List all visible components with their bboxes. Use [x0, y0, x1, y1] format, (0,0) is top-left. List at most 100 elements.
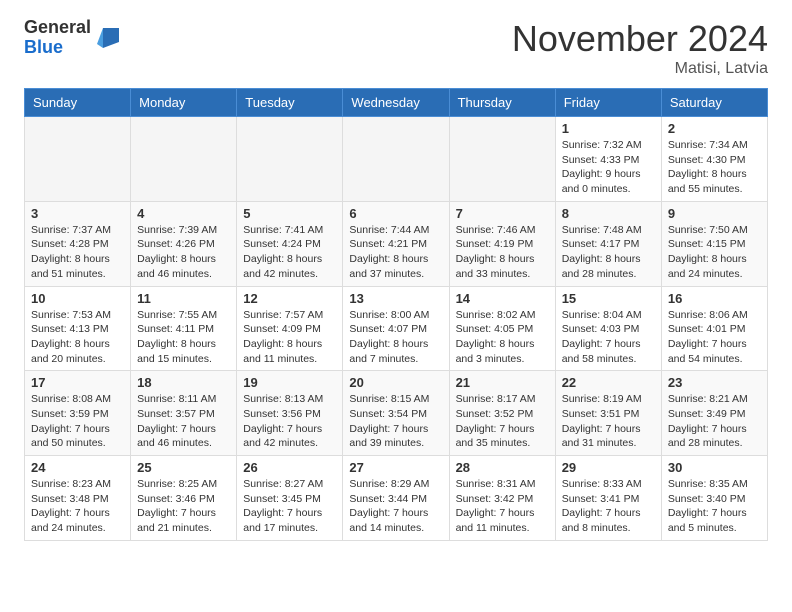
day-info: Sunrise: 7:39 AMSunset: 4:26 PMDaylight:…	[137, 223, 230, 282]
calendar-cell: 23 Sunrise: 8:21 AMSunset: 3:49 PMDayligh…	[661, 371, 767, 456]
day-number: 13	[349, 291, 442, 306]
title-area: November 2024 Matisi, Latvia	[512, 18, 768, 78]
calendar-cell: 11Sunrise: 7:55 AMSunset: 4:11 PMDayligh…	[131, 286, 237, 371]
calendar-cell	[343, 117, 449, 202]
day-info: Sunrise: 8:17 AMSunset: 3:52 PMDaylight:…	[456, 392, 549, 451]
calendar-cell: 27 Sunrise: 8:29 AMSunset: 3:44 PMDayligh…	[343, 456, 449, 541]
day-number: 26	[243, 460, 336, 475]
calendar-cell: 3Sunrise: 7:37 AMSunset: 4:28 PMDaylight…	[25, 201, 131, 286]
day-number: 9	[668, 206, 761, 221]
day-info: Sunrise: 8:31 AMSunset: 3:42 PMDaylight:…	[456, 477, 549, 536]
day-info: Sunrise: 8:13 AMSunset: 3:56 PMDaylight:…	[243, 392, 336, 451]
weekday-header-row: SundayMondayTuesdayWednesdayThursdayFrid…	[25, 89, 768, 117]
day-info: Sunrise: 7:57 AMSunset: 4:09 PMDaylight:…	[243, 308, 336, 367]
day-number: 23	[668, 375, 761, 390]
day-number: 15	[562, 291, 655, 306]
day-number: 14	[456, 291, 549, 306]
day-number: 27	[349, 460, 442, 475]
day-number: 1	[562, 121, 655, 136]
day-number: 28	[456, 460, 549, 475]
day-number: 3	[31, 206, 124, 221]
week-row-1: 1Sunrise: 7:32 AMSunset: 4:33 PMDaylight…	[25, 117, 768, 202]
day-number: 21	[456, 375, 549, 390]
calendar-cell: 28 Sunrise: 8:31 AMSunset: 3:42 PMDayligh…	[449, 456, 555, 541]
day-number: 22	[562, 375, 655, 390]
weekday-header-tuesday: Tuesday	[237, 89, 343, 117]
day-number: 19	[243, 375, 336, 390]
month-title: November 2024	[512, 18, 768, 60]
day-info: Sunrise: 8:25 AMSunset: 3:46 PMDaylight:…	[137, 477, 230, 536]
weekday-header-monday: Monday	[131, 89, 237, 117]
day-info: Sunrise: 8:33 AMSunset: 3:41 PMDaylight:…	[562, 477, 655, 536]
calendar-cell: 19 Sunrise: 8:13 AMSunset: 3:56 PMDayligh…	[237, 371, 343, 456]
day-info: Sunrise: 7:53 AMSunset: 4:13 PMDaylight:…	[31, 308, 124, 367]
calendar-cell: 6 Sunrise: 7:44 AMSunset: 4:21 PMDaylight…	[343, 201, 449, 286]
day-info: Sunrise: 8:15 AMSunset: 3:54 PMDaylight:…	[349, 392, 442, 451]
calendar-cell: 17 Sunrise: 8:08 AMSunset: 3:59 PMDayligh…	[25, 371, 131, 456]
calendar-cell	[449, 117, 555, 202]
day-info: Sunrise: 8:29 AMSunset: 3:44 PMDaylight:…	[349, 477, 442, 536]
day-info: Sunrise: 8:21 AMSunset: 3:49 PMDaylight:…	[668, 392, 761, 451]
calendar-cell: 22 Sunrise: 8:19 AMSunset: 3:51 PMDayligh…	[555, 371, 661, 456]
day-number: 2	[668, 121, 761, 136]
day-number: 16	[668, 291, 761, 306]
day-number: 5	[243, 206, 336, 221]
page-header: General Blue November 2024 Matisi, Latvi…	[0, 0, 792, 88]
calendar-cell: 13 Sunrise: 8:00 AMSunset: 4:07 PMDayligh…	[343, 286, 449, 371]
calendar-cell: 26 Sunrise: 8:27 AMSunset: 3:45 PMDayligh…	[237, 456, 343, 541]
calendar-cell: 30Sunrise: 8:35 AMSunset: 3:40 PMDayligh…	[661, 456, 767, 541]
calendar-cell: 9 Sunrise: 7:50 AMSunset: 4:15 PMDaylight…	[661, 201, 767, 286]
calendar-cell: 16 Sunrise: 8:06 AMSunset: 4:01 PMDayligh…	[661, 286, 767, 371]
calendar-cell: 2 Sunrise: 7:34 AMSunset: 4:30 PMDaylight…	[661, 117, 767, 202]
calendar-cell	[237, 117, 343, 202]
day-number: 20	[349, 375, 442, 390]
day-number: 8	[562, 206, 655, 221]
day-info: Sunrise: 7:44 AMSunset: 4:21 PMDaylight:…	[349, 223, 442, 282]
day-number: 17	[31, 375, 124, 390]
day-number: 6	[349, 206, 442, 221]
day-info: Sunrise: 8:06 AMSunset: 4:01 PMDaylight:…	[668, 308, 761, 367]
day-number: 30	[668, 460, 761, 475]
day-info: Sunrise: 8:11 AMSunset: 3:57 PMDaylight:…	[137, 392, 230, 451]
day-number: 18	[137, 375, 230, 390]
day-number: 25	[137, 460, 230, 475]
week-row-2: 3Sunrise: 7:37 AMSunset: 4:28 PMDaylight…	[25, 201, 768, 286]
day-number: 11	[137, 291, 230, 306]
day-info: Sunrise: 8:23 AMSunset: 3:48 PMDaylight:…	[31, 477, 124, 536]
weekday-header-wednesday: Wednesday	[343, 89, 449, 117]
logo-general-text: General	[24, 18, 91, 38]
day-info: Sunrise: 7:41 AMSunset: 4:24 PMDaylight:…	[243, 223, 336, 282]
day-number: 7	[456, 206, 549, 221]
calendar-cell: 29Sunrise: 8:33 AMSunset: 3:41 PMDayligh…	[555, 456, 661, 541]
day-info: Sunrise: 8:19 AMSunset: 3:51 PMDaylight:…	[562, 392, 655, 451]
calendar-cell: 8 Sunrise: 7:48 AMSunset: 4:17 PMDaylight…	[555, 201, 661, 286]
day-info: Sunrise: 7:48 AMSunset: 4:17 PMDaylight:…	[562, 223, 655, 282]
calendar-cell	[131, 117, 237, 202]
day-info: Sunrise: 8:02 AMSunset: 4:05 PMDaylight:…	[456, 308, 549, 367]
calendar-cell: 21 Sunrise: 8:17 AMSunset: 3:52 PMDayligh…	[449, 371, 555, 456]
calendar-table: SundayMondayTuesdayWednesdayThursdayFrid…	[24, 88, 768, 541]
day-info: Sunrise: 8:08 AMSunset: 3:59 PMDaylight:…	[31, 392, 124, 451]
calendar-cell	[25, 117, 131, 202]
day-info: Sunrise: 8:00 AMSunset: 4:07 PMDaylight:…	[349, 308, 442, 367]
week-row-3: 10Sunrise: 7:53 AMSunset: 4:13 PMDayligh…	[25, 286, 768, 371]
day-info: Sunrise: 7:34 AMSunset: 4:30 PMDaylight:…	[668, 138, 761, 197]
week-row-5: 24 Sunrise: 8:23 AMSunset: 3:48 PMDayligh…	[25, 456, 768, 541]
calendar-cell: 7 Sunrise: 7:46 AMSunset: 4:19 PMDaylight…	[449, 201, 555, 286]
calendar-cell: 10Sunrise: 7:53 AMSunset: 4:13 PMDayligh…	[25, 286, 131, 371]
weekday-header-thursday: Thursday	[449, 89, 555, 117]
calendar-cell: 20 Sunrise: 8:15 AMSunset: 3:54 PMDayligh…	[343, 371, 449, 456]
day-number: 24	[31, 460, 124, 475]
day-info: Sunrise: 7:46 AMSunset: 4:19 PMDaylight:…	[456, 223, 549, 282]
logo-icon	[95, 24, 123, 52]
calendar-cell: 4Sunrise: 7:39 AMSunset: 4:26 PMDaylight…	[131, 201, 237, 286]
calendar-wrapper: SundayMondayTuesdayWednesdayThursdayFrid…	[0, 88, 792, 553]
day-info: Sunrise: 7:50 AMSunset: 4:15 PMDaylight:…	[668, 223, 761, 282]
logo: General Blue	[24, 18, 123, 58]
week-row-4: 17 Sunrise: 8:08 AMSunset: 3:59 PMDayligh…	[25, 371, 768, 456]
day-info: Sunrise: 8:27 AMSunset: 3:45 PMDaylight:…	[243, 477, 336, 536]
calendar-cell: 25 Sunrise: 8:25 AMSunset: 3:46 PMDayligh…	[131, 456, 237, 541]
day-info: Sunrise: 8:04 AMSunset: 4:03 PMDaylight:…	[562, 308, 655, 367]
calendar-cell: 15 Sunrise: 8:04 AMSunset: 4:03 PMDayligh…	[555, 286, 661, 371]
calendar-cell: 12Sunrise: 7:57 AMSunset: 4:09 PMDayligh…	[237, 286, 343, 371]
